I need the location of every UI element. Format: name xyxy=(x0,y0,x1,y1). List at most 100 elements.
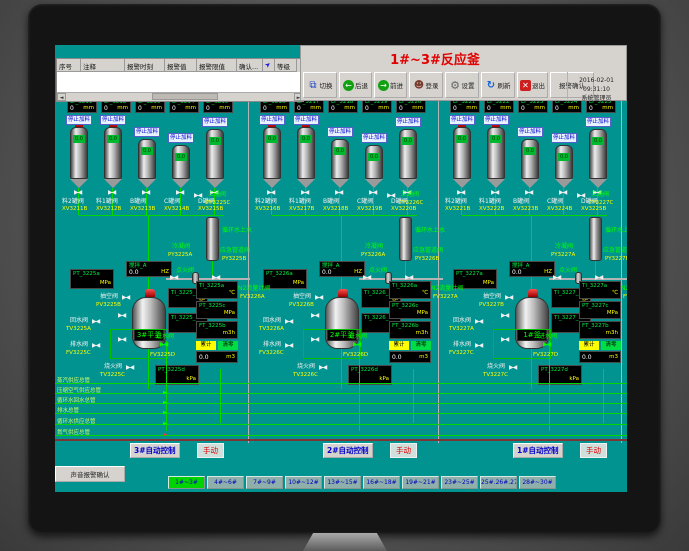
alarm-table-body[interactable] xyxy=(57,72,303,92)
tank-valve-icon[interactable]: ▶◀ xyxy=(491,190,498,196)
reactor-valve-icon[interactable]: ▶◀ xyxy=(505,295,512,301)
pipe-valve-icon[interactable]: ▶◀ xyxy=(363,275,370,281)
inlet-valve-icon[interactable]: ▶◀ xyxy=(543,342,550,348)
tank-valve-icon[interactable]: ▶◀ xyxy=(108,190,115,196)
toolbar-buttons: ⧉切换←后退→前进☻登录⚙设置↻刷新✕退出报警确认 xyxy=(303,72,594,99)
tank-valve-tag: XV3218B xyxy=(323,206,348,213)
inlet-valve-icon[interactable]: ▶◀ xyxy=(353,342,360,348)
page-button-6[interactable]: 16#~18# xyxy=(363,476,400,489)
toolbar-button-settings[interactable]: ⚙设置 xyxy=(445,72,479,98)
reactor-valve-icon[interactable]: ▶◀ xyxy=(118,313,125,319)
tank-valve-icon[interactable]: ▶◀ xyxy=(559,190,566,196)
page-button-7[interactable]: 19#~21# xyxy=(402,476,439,489)
reactor-valve-icon[interactable]: ▶◀ xyxy=(92,319,99,325)
auto-control-button-2#[interactable]: 2#自动控制 xyxy=(323,443,373,458)
reactor-valve-icon[interactable]: ▶◀ xyxy=(285,343,292,349)
tank-valve-icon[interactable]: ▶◀ xyxy=(335,190,342,196)
reactor-valve-icon[interactable]: ▶◀ xyxy=(92,343,99,349)
page-button-10[interactable]: 28#~30# xyxy=(519,476,556,489)
tank-valve-icon[interactable]: ▶◀ xyxy=(142,190,149,196)
stop-feed-button[interactable]: 停止加料 xyxy=(449,115,475,125)
stop-feed-button[interactable]: 停止加料 xyxy=(517,127,543,137)
scroll-left-icon[interactable]: ◄ xyxy=(57,93,66,101)
reactor-valve-icon[interactable]: ▶◀ xyxy=(118,337,125,343)
instrument-tag: PT_3227d xyxy=(541,367,579,373)
tank-valve-icon[interactable]: ▶◀ xyxy=(176,190,183,196)
stop-feed-button[interactable]: 停止加料 xyxy=(66,115,92,125)
stop-feed-button[interactable]: 停止加料 xyxy=(395,117,421,127)
reactor-valve-icon[interactable]: ▶◀ xyxy=(509,365,516,371)
three-way-valve-icon[interactable]: ▶◀ xyxy=(194,193,201,199)
page-button-1[interactable]: 1#~3# xyxy=(168,476,205,489)
tank-valve-icon[interactable]: ▶◀ xyxy=(525,190,532,196)
manual-button-2#[interactable]: 手动 xyxy=(390,443,417,458)
toolbar-button-login[interactable]: ☻登录 xyxy=(409,72,443,98)
page-button-5[interactable]: 13#~15# xyxy=(324,476,361,489)
pipe-valve-icon[interactable]: ▶◀ xyxy=(170,275,177,281)
totalizer-accumulate-button[interactable]: 累计 xyxy=(196,341,216,350)
reactor-valve-icon[interactable]: ▶◀ xyxy=(501,313,508,319)
reactor-valve-icon[interactable]: ▶◀ xyxy=(315,295,322,301)
page-button-2[interactable]: 4#~6# xyxy=(207,476,244,489)
toolbar-button-forward[interactable]: →前进 xyxy=(374,72,407,98)
stop-feed-button[interactable]: 停止加料 xyxy=(259,115,285,125)
page-button-8[interactable]: 23#~25# xyxy=(441,476,478,489)
reactor-valve-icon[interactable]: ▶◀ xyxy=(126,365,133,371)
tank-cone xyxy=(487,179,505,188)
totalizer-clear-button[interactable]: 清零 xyxy=(218,341,238,350)
stop-feed-button[interactable]: 停止加料 xyxy=(585,117,611,127)
reactor-valve-label: 排水阀 xyxy=(263,341,281,348)
totalizer-clear-button[interactable]: 清零 xyxy=(601,341,621,350)
scroll-thumb[interactable] xyxy=(152,93,218,100)
three-way-valve-icon[interactable]: ▶◀ xyxy=(387,193,394,199)
stop-feed-button[interactable]: 停止加料 xyxy=(327,127,353,137)
page-button-3[interactable]: 7#~9# xyxy=(246,476,283,489)
reactor-valve-icon[interactable]: ▶◀ xyxy=(475,319,482,325)
pipe-valve-icon[interactable]: ▶◀ xyxy=(595,275,602,281)
stop-feed-button[interactable]: 停止加料 xyxy=(134,127,160,137)
stop-feed-button[interactable]: 停止加料 xyxy=(100,115,126,125)
totalizer-clear-button[interactable]: 清零 xyxy=(411,341,431,350)
tank-valve-icon[interactable]: ▶◀ xyxy=(301,190,308,196)
manual-button-3#[interactable]: 手动 xyxy=(197,443,224,458)
toolbar-button-refresh[interactable]: ↻刷新 xyxy=(481,72,515,98)
stop-feed-button[interactable]: 停止加料 xyxy=(483,115,509,125)
three-way-valve-tag: PY3227C xyxy=(589,200,613,207)
tank-valve-icon[interactable]: ▶◀ xyxy=(267,190,274,196)
reactor-valve-icon[interactable]: ▶◀ xyxy=(311,313,318,319)
stop-feed-button[interactable]: 停止加料 xyxy=(551,133,577,143)
page-button-4[interactable]: 10#~12# xyxy=(285,476,322,489)
tank-valve-icon[interactable]: ▶◀ xyxy=(74,190,81,196)
sound-alarm-confirm-button[interactable]: 声音报警确认 xyxy=(55,466,125,482)
pipe-valve-icon[interactable]: ▶◀ xyxy=(212,275,219,281)
auto-control-button-1#[interactable]: 1#自动控制 xyxy=(513,443,563,458)
reactor-valve-icon[interactable]: ▶◀ xyxy=(501,337,508,343)
tank-level-display: 0.0 xyxy=(334,147,346,155)
toolbar-button-back[interactable]: ←后退 xyxy=(339,72,372,98)
three-way-valve-icon[interactable]: ▶◀ xyxy=(577,193,584,199)
toolbar-button-exit[interactable]: ✕退出 xyxy=(517,72,548,98)
reactor-valve-icon[interactable]: ▶◀ xyxy=(311,337,318,343)
stop-feed-button[interactable]: 停止加料 xyxy=(361,133,387,143)
pipe-valve-icon[interactable]: ▶◀ xyxy=(405,275,412,281)
tank-valve-icon[interactable]: ▶◀ xyxy=(369,190,376,196)
alarm-column-5: 确认... xyxy=(237,59,263,72)
manual-button-1#[interactable]: 手动 xyxy=(580,443,607,458)
tank-valve-icon[interactable]: ▶◀ xyxy=(457,190,464,196)
page-button-9[interactable]: 25#.26#.27# xyxy=(480,476,517,489)
reactor-valve-icon[interactable]: ▶◀ xyxy=(475,343,482,349)
auto-control-button-3#[interactable]: 3#自动控制 xyxy=(130,443,180,458)
reactor-valve-icon[interactable]: ▶◀ xyxy=(319,365,326,371)
stop-feed-button[interactable]: 停止加料 xyxy=(202,117,228,127)
stop-feed-button[interactable]: 停止加料 xyxy=(168,133,194,143)
stop-feed-button[interactable]: 停止加料 xyxy=(293,115,319,125)
instrument-unit: HZ xyxy=(544,269,552,276)
alarm-table-scrollbar[interactable]: ◄ ► xyxy=(57,92,303,101)
reactor-valve-icon[interactable]: ▶◀ xyxy=(122,295,129,301)
toolbar-button-switch[interactable]: ⧉切换 xyxy=(303,72,337,98)
reactor-valve-icon[interactable]: ▶◀ xyxy=(285,319,292,325)
totalizer-accumulate-button[interactable]: 累计 xyxy=(579,341,599,350)
totalizer-accumulate-button[interactable]: 累计 xyxy=(389,341,409,350)
inlet-valve-icon[interactable]: ▶◀ xyxy=(160,342,167,348)
pipe-valve-icon[interactable]: ▶◀ xyxy=(553,275,560,281)
